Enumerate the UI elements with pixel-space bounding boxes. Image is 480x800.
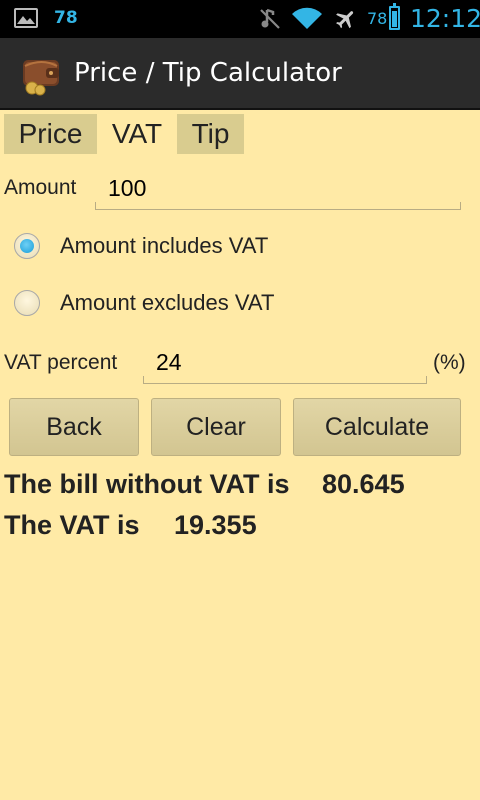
- notification-count: 78: [54, 8, 78, 28]
- wallet-icon[interactable]: [20, 52, 64, 96]
- clear-button[interactable]: Clear: [151, 398, 281, 456]
- tab-tip[interactable]: Tip: [177, 114, 244, 154]
- mute-icon: [258, 7, 282, 35]
- amount-label: Amount: [4, 176, 77, 199]
- app-title: Price / Tip Calculator: [74, 58, 342, 88]
- battery-icon: [389, 3, 400, 30]
- vat-percent-label: VAT percent: [4, 351, 118, 374]
- tab-price[interactable]: Price: [4, 114, 97, 154]
- vat-percent-field[interactable]: [144, 344, 426, 380]
- back-button[interactable]: Back: [9, 398, 139, 456]
- calculate-button[interactable]: Calculate: [293, 398, 461, 456]
- vat-amount-label: The VAT is: [4, 510, 140, 540]
- amount-includes-vat-radio[interactable]: [14, 233, 40, 259]
- vat-percent-unit: (%): [433, 351, 466, 374]
- amount-field-underline: [95, 202, 461, 210]
- vat-percent-field-underline: [143, 376, 427, 384]
- action-bar: Price / Tip Calculator: [0, 38, 480, 110]
- amount-excludes-vat-radio[interactable]: [14, 290, 40, 316]
- status-bar: 78 78 12:12: [0, 0, 480, 38]
- clock: 12:12: [410, 4, 480, 33]
- battery-percent: 78: [367, 9, 388, 28]
- vat-amount-value: 19.355: [174, 510, 257, 540]
- tab-vat[interactable]: VAT: [98, 114, 176, 154]
- amount-includes-vat-label[interactable]: Amount includes VAT: [60, 233, 268, 259]
- gallery-icon: [14, 8, 38, 28]
- bill-without-vat-value: 80.645: [322, 469, 405, 499]
- amount-field[interactable]: [96, 170, 460, 206]
- wifi-icon: [291, 7, 323, 35]
- bill-without-vat-label: The bill without VAT is: [4, 469, 290, 499]
- airplane-icon: [334, 7, 358, 35]
- amount-excludes-vat-label[interactable]: Amount excludes VAT: [60, 290, 274, 316]
